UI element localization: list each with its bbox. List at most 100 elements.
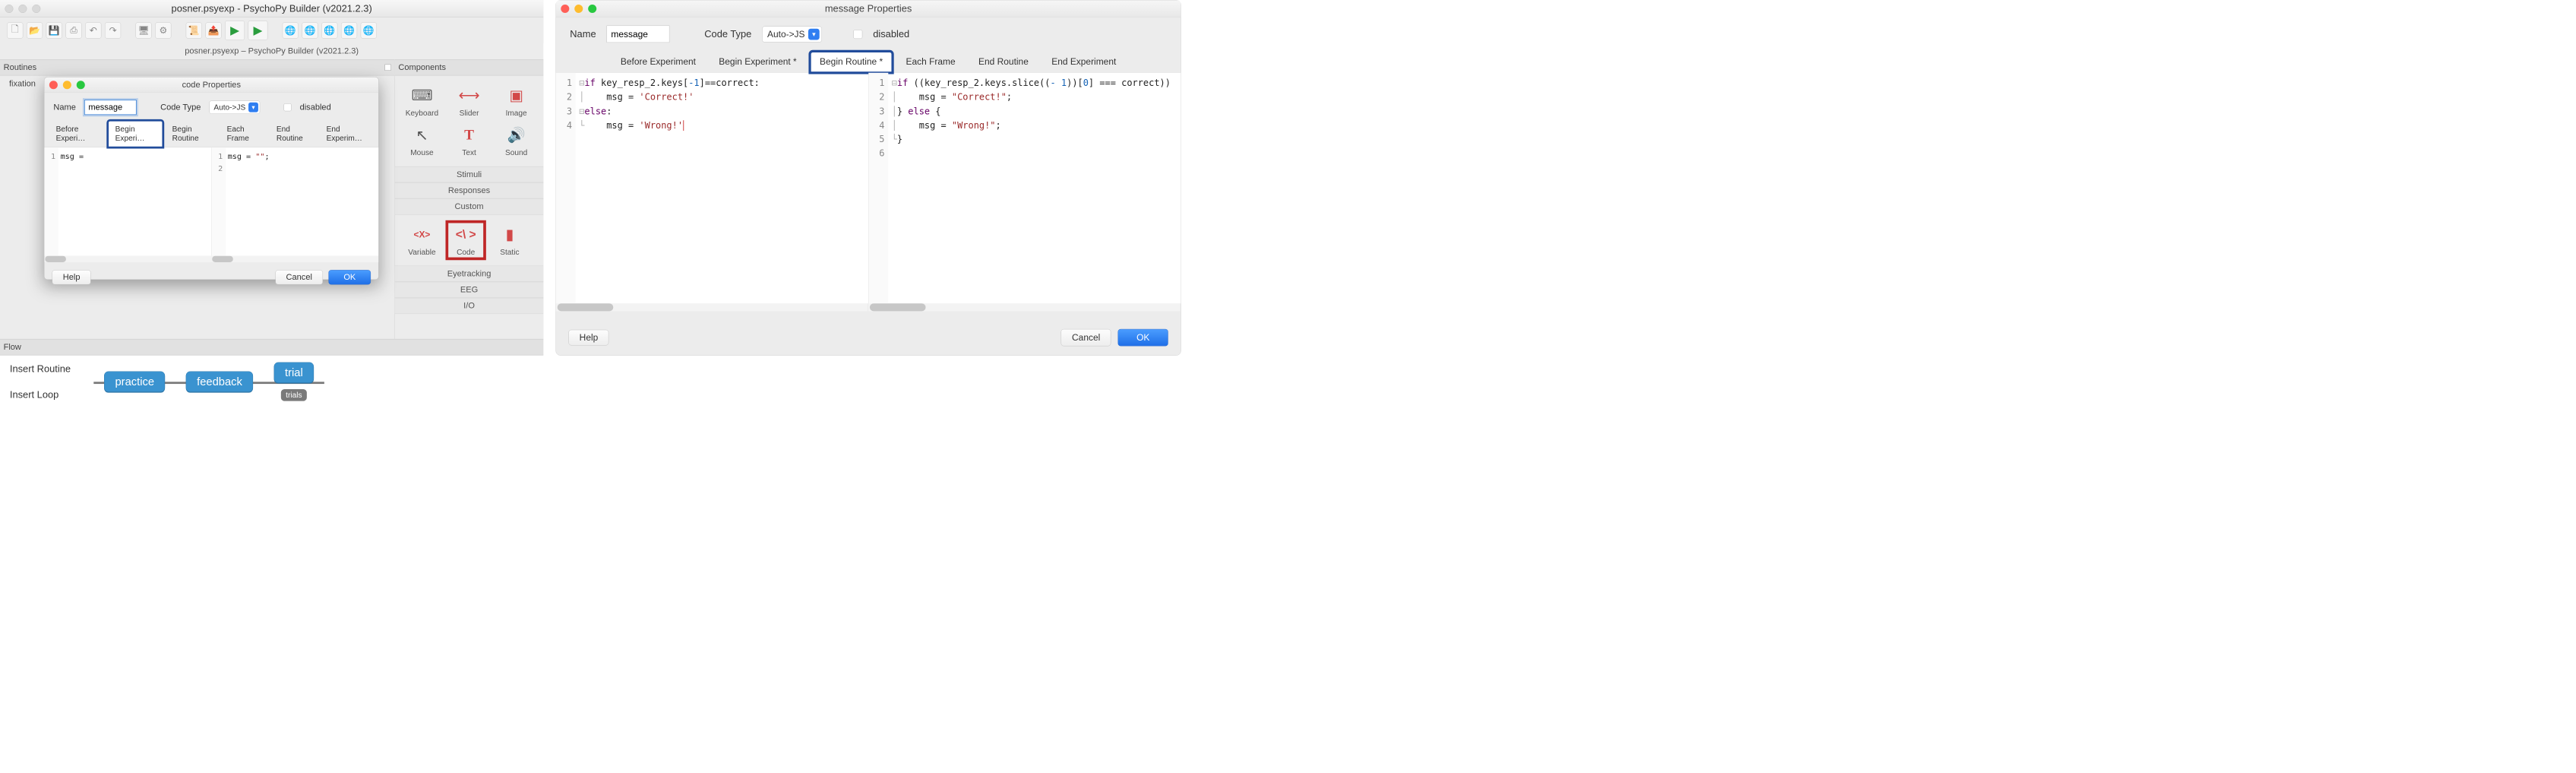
name-input[interactable]	[606, 26, 669, 43]
dialog-footer: Help Cancel OK	[44, 266, 378, 292]
globe-icon-5[interactable]: 🌐	[361, 22, 377, 38]
cancel-button[interactable]: Cancel	[1061, 329, 1111, 347]
tab-begin-routine[interactable]: Begin Routine	[165, 121, 217, 147]
variable-icon: <X>	[411, 223, 433, 245]
undo-icon[interactable]: ↶	[85, 22, 101, 38]
component-label: Sound	[494, 148, 539, 157]
section-io[interactable]: I/O	[395, 298, 544, 314]
help-button[interactable]: Help	[568, 330, 608, 346]
section-eyetracking[interactable]: Eyetracking	[395, 266, 544, 282]
component-keyboard[interactable]: ⌨ Keyboard	[398, 81, 445, 121]
send-to-runner-icon[interactable]: 📤	[205, 22, 221, 38]
component-slider[interactable]: ⟷Slider	[445, 81, 492, 121]
globe-icon-2[interactable]: 🌐	[302, 22, 318, 38]
component-mouse[interactable]: ↖Mouse	[398, 121, 445, 160]
builder-toolbar: 🗋 📂 💾 ⎙ ↶ ↷ 🖥 ⚙ 📜 📤 ▶ ▶ 🌐 🌐 🌐 🌐 🌐	[0, 17, 543, 43]
js-code-pane[interactable]: 12 msg = "";	[212, 147, 379, 256]
globe-icon-3[interactable]: 🌐	[321, 22, 337, 38]
gutter-right: 123456	[868, 73, 888, 304]
chevron-down-icon: ▾	[248, 103, 258, 112]
section-custom[interactable]: Custom	[395, 198, 544, 214]
tab-end-routine[interactable]: End Routine	[969, 52, 1038, 72]
name-label: Name	[570, 28, 596, 40]
component-image[interactable]: ▣Image	[493, 81, 540, 121]
components-panel: Components ⌨ Keyboard ⟷Slider ▣Image ↖Mou…	[395, 59, 544, 339]
section-stimuli[interactable]: Stimuli	[395, 166, 544, 182]
codetype-select[interactable]: Auto->JS ▾	[762, 26, 822, 42]
disabled-checkbox[interactable]	[853, 30, 862, 39]
python-source[interactable]: ⊟if key_resp_2.keys[-1]==correct: │ msg …	[576, 73, 868, 304]
flow-routine-practice[interactable]: practice	[104, 372, 165, 392]
tab-before-experiment[interactable]: Before Experi…	[49, 121, 106, 147]
python-code-pane[interactable]: 1234 ⊟if key_resp_2.keys[-1]==correct: │…	[556, 73, 868, 304]
section-eeg[interactable]: EEG	[395, 282, 544, 298]
code-tabs: Before Experi… Begin Experi… Begin Routi…	[44, 119, 378, 147]
codetype-select[interactable]: Auto->JS ▾	[209, 100, 260, 113]
tab-begin-routine[interactable]: Begin Routine *	[811, 52, 893, 72]
slider-icon: ⟷	[458, 84, 480, 106]
cancel-button[interactable]: Cancel	[275, 270, 323, 284]
tab-each-frame[interactable]: Each Frame	[896, 52, 965, 72]
component-static[interactable]: ▮Static	[486, 220, 533, 260]
insert-loop-button[interactable]: Insert Loop	[10, 389, 71, 401]
run-experiment-icon[interactable]: ▶	[248, 21, 268, 40]
ok-button[interactable]: OK	[329, 270, 371, 284]
chevron-down-icon: ▾	[808, 28, 820, 40]
python-source[interactable]: msg =	[58, 147, 211, 256]
message-code-editor-split: 1234 ⊟if key_resp_2.keys[-1]==correct: │…	[556, 73, 1181, 304]
tab-end-routine[interactable]: End Routine	[269, 121, 317, 147]
new-file-icon[interactable]: 🗋	[7, 22, 23, 38]
ok-button[interactable]: OK	[1118, 329, 1168, 347]
component-code[interactable]: <\ >Code	[445, 220, 485, 260]
component-sound[interactable]: 🔊Sound	[493, 121, 540, 160]
flow-routine-trial[interactable]: trial	[274, 363, 314, 383]
sync-pavlovia-icon[interactable]: 🌐	[283, 22, 299, 38]
disabled-checkbox[interactable]	[283, 103, 291, 111]
name-input[interactable]	[84, 100, 137, 115]
component-label: Keyboard	[399, 109, 444, 118]
hscroll-right[interactable]	[868, 303, 1181, 311]
routines-header: Routines	[0, 59, 394, 75]
settings-gear-icon[interactable]: ⚙	[155, 22, 171, 38]
compile-script-icon[interactable]: 📜	[186, 22, 202, 38]
section-responses[interactable]: Responses	[395, 182, 544, 198]
flow-routine-feedback[interactable]: feedback	[186, 372, 253, 392]
components-label: Components	[398, 62, 446, 72]
js-code-pane[interactable]: 123456 ⊟if ((key_resp_2.keys.slice((- 1)…	[868, 73, 1181, 304]
codetype-label: Code Type	[160, 103, 201, 112]
panel-collapse-icon[interactable]	[384, 65, 390, 71]
routines-label: Routines	[4, 62, 37, 72]
python-code-pane[interactable]: 1 msg =	[44, 147, 211, 256]
component-variable[interactable]: <X>Variable	[398, 220, 445, 260]
insert-routine-button[interactable]: Insert Routine	[10, 363, 71, 375]
globe-icon-4[interactable]: 🌐	[341, 22, 357, 38]
message-properties-dialog: message Properties Name Code Type Auto->…	[555, 0, 1181, 356]
routine-tab-fixation[interactable]: fixation	[3, 78, 43, 90]
flow-loop-trials[interactable]: trials	[281, 389, 307, 401]
keyboard-icon: ⌨	[411, 84, 433, 106]
save-file-icon[interactable]: 💾	[46, 22, 62, 38]
flow-label: Flow	[4, 342, 21, 352]
save-as-icon[interactable]: ⎙	[65, 22, 81, 38]
tab-end-experiment[interactable]: End Experiment	[1042, 52, 1126, 72]
tab-begin-experiment[interactable]: Begin Experiment *	[710, 52, 806, 72]
breadcrumb: posner.psyexp – PsychoPy Builder (v2021.…	[0, 43, 543, 59]
component-text[interactable]: TText	[445, 121, 492, 160]
js-source[interactable]: ⊟if ((key_resp_2.keys.slice((- 1))[0] ==…	[888, 73, 1181, 304]
js-source[interactable]: msg = "";	[226, 147, 378, 256]
open-file-icon[interactable]: 📂	[27, 22, 43, 38]
pilot-run-icon[interactable]: ▶	[225, 21, 245, 40]
tab-each-frame[interactable]: Each Frame	[220, 121, 267, 147]
component-label: Mouse	[399, 148, 444, 157]
tab-begin-experiment[interactable]: Begin Experi…	[108, 121, 163, 147]
psychopy-builder-window: posner.psyexp - PsychoPy Builder (v2021.…	[0, 0, 543, 356]
hscroll-left[interactable]	[556, 303, 868, 311]
tab-before-experiment[interactable]: Before Experiment	[611, 52, 705, 72]
help-button[interactable]: Help	[52, 270, 91, 284]
component-label: Text	[446, 148, 491, 157]
redo-icon[interactable]: ↷	[105, 22, 121, 38]
tab-end-experiment[interactable]: End Experim…	[319, 121, 375, 147]
monitor-center-icon[interactable]: 🖥	[135, 22, 151, 38]
components-custom: <X>Variable <\ >Code ▮Static	[395, 214, 544, 265]
component-label: Image	[494, 109, 539, 118]
